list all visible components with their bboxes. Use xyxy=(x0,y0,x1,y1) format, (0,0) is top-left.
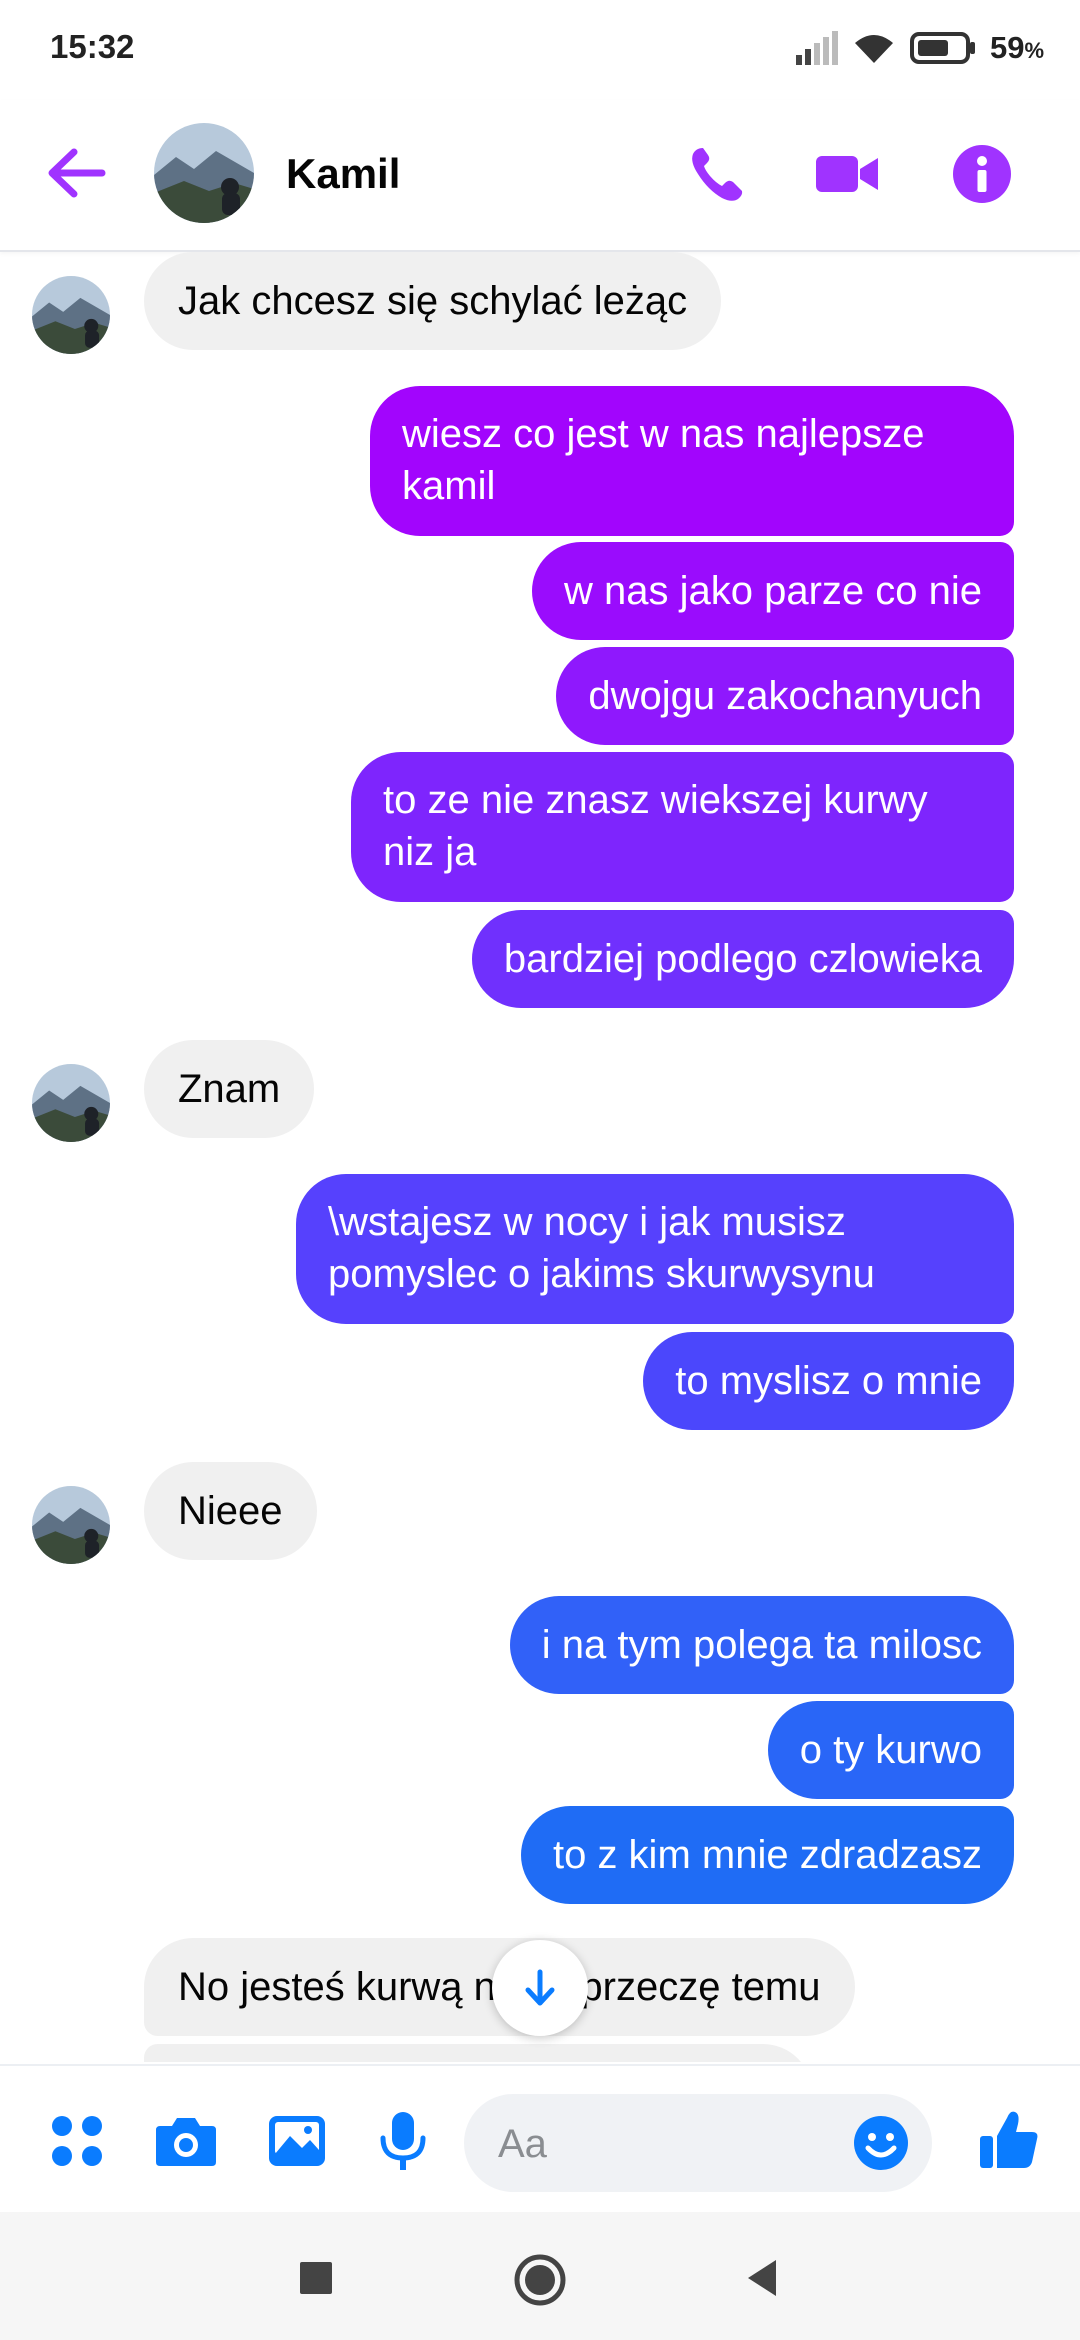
recents-icon xyxy=(300,2262,332,2294)
phone-icon xyxy=(692,148,743,201)
outgoing-message[interactable]: bardziej podlego czlowieka xyxy=(471,910,1014,1008)
video-call-button[interactable] xyxy=(814,142,878,206)
outgoing-message[interactable]: to myslisz o mnie xyxy=(643,1332,1014,1430)
like-button[interactable] xyxy=(976,2106,1042,2172)
message-list[interactable]: Jak chcesz się schylać leżąc wiesz co je… xyxy=(0,252,1080,2062)
video-camera-icon xyxy=(816,156,878,192)
voice-call-button[interactable] xyxy=(686,142,750,206)
incoming-message[interactable]: Jak chcesz się schylać leżąc xyxy=(144,252,722,350)
gallery-icon xyxy=(269,2116,325,2166)
outgoing-message[interactable]: dwojgu zakochanyuch xyxy=(556,647,1014,745)
sender-avatar[interactable] xyxy=(32,1486,110,1564)
voice-message-button[interactable] xyxy=(378,2110,440,2172)
wifi-icon xyxy=(854,35,893,63)
outgoing-message[interactable]: to ze nie znasz wiekszej kurwy niz ja xyxy=(351,752,1014,902)
emoji-icon xyxy=(854,2116,908,2170)
avatar-image xyxy=(32,1064,110,1142)
status-time: 15:32 xyxy=(50,28,135,65)
back-icon xyxy=(748,2260,776,2296)
message-input-placeholder: Aa xyxy=(498,2122,547,2166)
incoming-message-partial[interactable] xyxy=(144,2044,812,2062)
battery-value: 59 xyxy=(989,30,1025,65)
message-composer: Aa xyxy=(0,2064,1080,2214)
incoming-message[interactable]: Znam xyxy=(144,1040,315,1138)
battery-icon xyxy=(909,32,975,64)
back-nav-button[interactable] xyxy=(736,2252,788,2304)
battery-unit: % xyxy=(1024,38,1044,63)
apps-icon xyxy=(52,2116,102,2166)
home-icon xyxy=(514,2254,566,2306)
outgoing-message[interactable]: i na tym polega ta milosc xyxy=(509,1596,1014,1694)
recents-button[interactable] xyxy=(290,2252,342,2304)
outgoing-message[interactable]: wiesz co jest w nas najlepsze kamil xyxy=(370,386,1014,536)
avatar-image xyxy=(154,123,254,223)
message-input[interactable]: Aa xyxy=(464,2094,932,2192)
avatar-image xyxy=(32,1486,110,1564)
outgoing-message[interactable]: o ty kurwo xyxy=(767,1701,1014,1799)
status-indicators: 59% xyxy=(794,26,1044,70)
info-icon xyxy=(953,145,1011,203)
outgoing-message[interactable]: w nas jako parze co nie xyxy=(531,542,1014,640)
apps-button[interactable] xyxy=(46,2110,108,2172)
outgoing-message[interactable]: \wstajesz w nocy i jak musisz pomyslec o… xyxy=(296,1174,1014,1324)
camera-icon xyxy=(156,2118,216,2166)
contact-avatar[interactable] xyxy=(154,123,254,223)
back-button[interactable] xyxy=(46,146,108,200)
battery-percent: 59% xyxy=(990,30,1044,66)
camera-button[interactable] xyxy=(154,2110,216,2172)
microphone-icon xyxy=(380,2112,426,2170)
thumbs-up-icon xyxy=(980,2111,1038,2168)
home-button[interactable] xyxy=(512,2252,566,2306)
signal-icon xyxy=(795,31,838,65)
avatar-image xyxy=(32,276,110,354)
emoji-button[interactable] xyxy=(852,2114,910,2172)
incoming-message[interactable]: Nieee xyxy=(144,1462,317,1560)
scroll-to-bottom-button[interactable] xyxy=(492,1940,588,2036)
info-button[interactable] xyxy=(950,142,1014,206)
chat-header: Kamil xyxy=(0,100,1080,252)
system-navigation-bar xyxy=(0,2212,1080,2340)
arrow-down-icon xyxy=(525,1969,555,2006)
status-bar: 15:32 59% xyxy=(0,0,1080,100)
sender-avatar[interactable] xyxy=(32,1064,110,1142)
sender-avatar[interactable] xyxy=(32,276,110,354)
outgoing-message[interactable]: to z kim mnie zdradzasz xyxy=(520,1806,1014,1904)
arrow-left-icon xyxy=(48,148,106,198)
gallery-button[interactable] xyxy=(266,2110,328,2172)
contact-name[interactable]: Kamil xyxy=(286,150,400,198)
